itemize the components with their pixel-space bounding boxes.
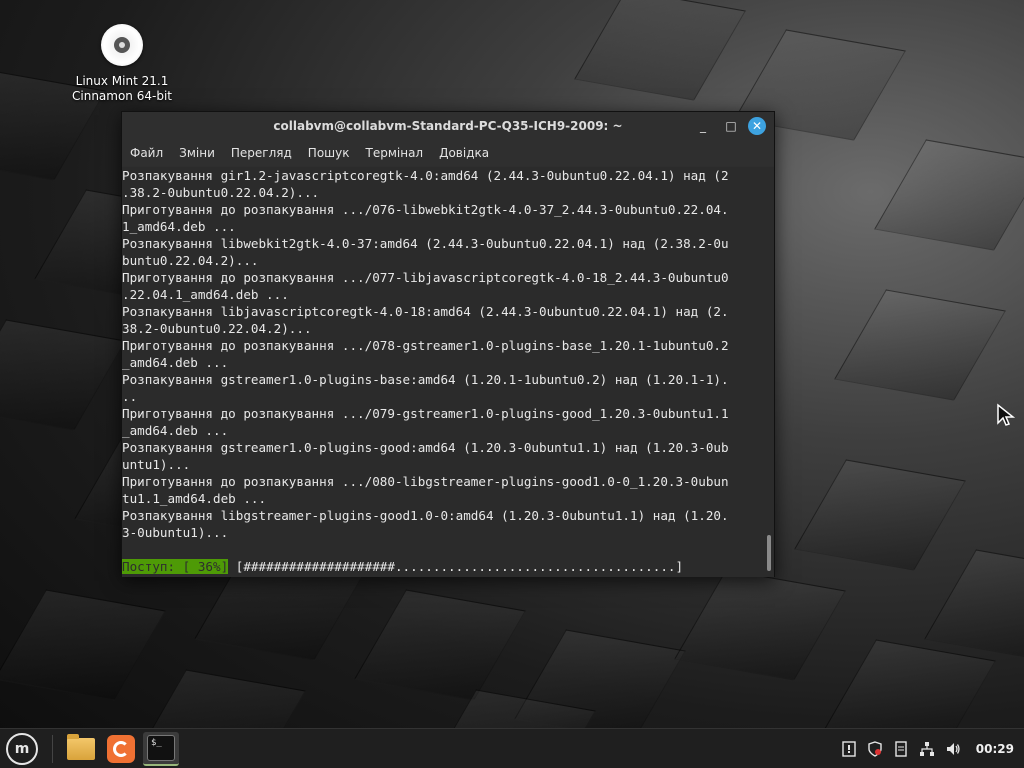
close-button[interactable]: ✕ — [748, 117, 766, 135]
terminal-line: Приготування до розпакування .../076-lib… — [122, 202, 729, 217]
terminal-line: Приготування до розпакування .../080-lib… — [122, 474, 729, 489]
terminal-line: Розпакування libjavascriptcoregtk-4.0-18… — [122, 304, 729, 319]
terminal-line: Розпакування libgstreamer-plugins-good1.… — [122, 508, 729, 523]
wallpaper-tile — [0, 319, 126, 431]
files-launcher[interactable] — [63, 732, 99, 766]
terminal-line: .. — [122, 389, 138, 404]
terminal-line: Розпакування libwebkit2gtk-4.0-37:amd64 … — [122, 236, 729, 251]
terminal-line: _amd64.deb ... — [122, 423, 229, 438]
wallpaper-tile — [354, 589, 526, 701]
wallpaper-tile — [924, 549, 1024, 661]
taskbar-separator — [52, 734, 53, 763]
wallpaper-tile — [574, 0, 746, 101]
menu-edit[interactable]: Зміни — [179, 146, 223, 160]
wallpaper-tile — [874, 139, 1024, 251]
terminal-line: 3-0ubuntu1)... — [122, 525, 229, 540]
notes-icon[interactable] — [892, 740, 910, 758]
terminal-window: collabvm@collabvm-Standard-PC-Q35-ICH9-2… — [121, 111, 775, 577]
desktop-icon-install-disc[interactable]: Linux Mint 21.1 Cinnamon 64-bit — [62, 24, 182, 104]
wallpaper-tile — [0, 589, 166, 701]
desktop-icon-label-line2: Cinnamon 64-bit — [72, 89, 172, 103]
window-titlebar[interactable]: collabvm@collabvm-Standard-PC-Q35-ICH9-2… — [122, 112, 774, 140]
firefox-launcher[interactable] — [103, 732, 139, 766]
wallpaper-tile — [794, 459, 966, 571]
terminal-line: 38.2-0ubuntu0.22.04.2)... — [122, 321, 312, 336]
apt-progress-row: Поступ: [ 36%] [####################....… — [122, 558, 765, 575]
terminal-line: tu1.1_amd64.deb ... — [122, 491, 267, 506]
terminal-line: .22.04.1_amd64.deb ... — [122, 287, 289, 302]
terminal-icon: $_ — [147, 734, 175, 761]
menu-search[interactable]: Пошук — [308, 146, 358, 160]
terminal-output[interactable]: Розпакування gir1.2-javascriptcoregtk-4.… — [122, 167, 765, 577]
update-manager-icon[interactable] — [840, 740, 858, 758]
scrollbar-thumb[interactable] — [767, 535, 771, 571]
minimize-button[interactable]: _ — [692, 116, 714, 136]
shield-icon[interactable] — [866, 740, 884, 758]
menu-view[interactable]: Перегляд — [231, 146, 300, 160]
menubar: Файл Зміни Перегляд Пошук Термінал Довід… — [122, 140, 774, 166]
clock[interactable]: 00:29 — [976, 742, 1014, 756]
terminal-line: _amd64.deb ... — [122, 355, 229, 370]
system-tray: 00:29 — [840, 740, 1024, 758]
terminal-line: buntu0.22.04.2)... — [122, 253, 259, 268]
window-controls: _ □ ✕ — [692, 116, 766, 136]
menu-terminal[interactable]: Термінал — [366, 146, 432, 160]
terminal-line: Приготування до розпакування .../077-lib… — [122, 270, 729, 285]
menu-help[interactable]: Довідка — [439, 146, 497, 160]
terminal-line: Приготування до розпакування .../079-gst… — [122, 406, 729, 421]
folder-icon — [67, 733, 95, 760]
maximize-button[interactable]: □ — [720, 116, 742, 136]
wallpaper-tile — [834, 289, 1006, 401]
terminal-launcher[interactable]: $_ — [143, 731, 179, 766]
terminal-line: Розпакування gstreamer1.0-plugins-base:a… — [122, 372, 729, 387]
terminal-line: untu1)... — [122, 457, 191, 472]
mouse-pointer-icon — [997, 403, 1016, 426]
taskbar: m $_ 00:29 — [0, 728, 1024, 768]
window-title: collabvm@collabvm-Standard-PC-Q35-ICH9-2… — [273, 119, 623, 133]
terminal-line: Розпакування gir1.2-javascriptcoregtk-4.… — [122, 168, 729, 183]
menu-file[interactable]: Файл — [130, 146, 171, 160]
terminal-scrollbar[interactable] — [764, 167, 774, 577]
terminal-line: 1_amd64.deb ... — [122, 219, 236, 234]
wallpaper-tile — [674, 569, 846, 681]
desktop-icon-label-line1: Linux Mint 21.1 — [75, 74, 169, 88]
terminal-line: .38.2-0ubuntu0.22.04.2)... — [122, 185, 320, 200]
progress-label: Поступ: [ 36%] — [122, 559, 229, 574]
disc-icon — [101, 24, 143, 66]
volume-icon[interactable] — [944, 740, 962, 758]
terminal-line: Приготування до розпакування .../078-gst… — [122, 338, 729, 353]
firefox-icon — [107, 734, 135, 763]
start-menu-button[interactable]: m — [6, 732, 38, 765]
network-icon[interactable] — [918, 740, 936, 758]
terminal-line: Розпакування gstreamer1.0-plugins-good:a… — [122, 440, 729, 455]
progress-bar: [####################...................… — [228, 559, 684, 574]
